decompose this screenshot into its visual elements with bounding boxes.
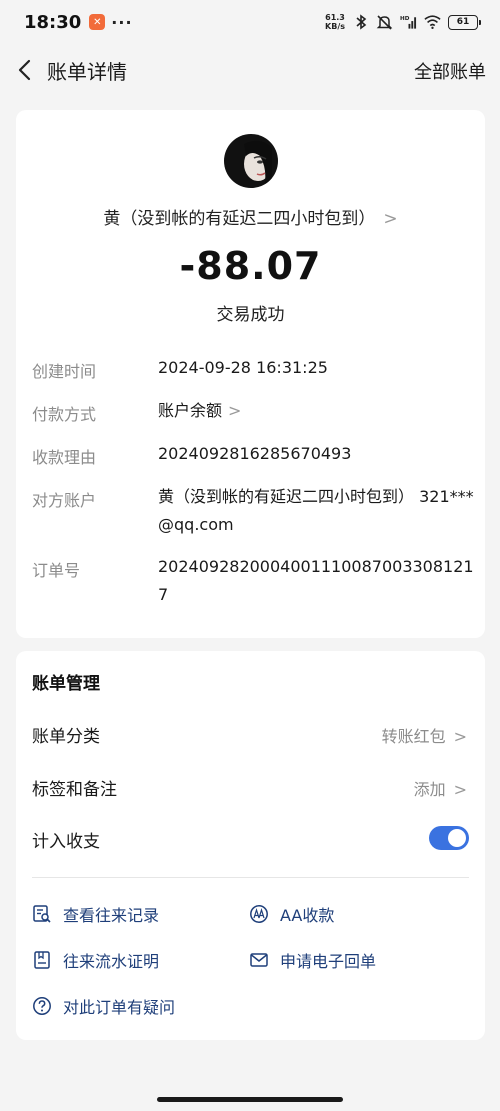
chevron-right-icon: > (383, 209, 398, 229)
nav-bar: 账单详情 全部账单 (0, 48, 500, 92)
aa-icon (249, 904, 269, 924)
created-time-label: 创建时间 (32, 362, 97, 381)
counterparty-value: 黄（没到帐的有延迟二四小时包到） 321***@qq.com (158, 487, 474, 534)
view-history-label: 查看往来记录 (63, 906, 160, 925)
bill-category-label: 账单分类 (32, 727, 100, 747)
transaction-detail-card: 黄（没到帐的有延迟二四小时包到） > -88.07 交易成功 创建时间 2024-… (16, 110, 485, 638)
bill-management-card: 账单管理 账单分类 转账红包 > 标签和备注 添加 > 计入收支 查看往来记录 AA… (16, 651, 485, 1040)
payment-method-label: 付款方式 (32, 405, 97, 424)
order-number-label: 订单号 (32, 561, 81, 580)
aa-collection-button[interactable]: AA收款 (249, 902, 334, 926)
reason-value: 2024092816285670493 (158, 444, 352, 463)
include-in-budget-label: 计入收支 (32, 832, 100, 852)
tags-notes-add[interactable]: 添加 > (414, 776, 467, 800)
payee-avatar (224, 134, 278, 188)
e-receipt-label: 申请电子回单 (280, 952, 377, 971)
payment-method-value[interactable]: 账户余额 > (158, 397, 474, 425)
page-title: 账单详情 (47, 60, 127, 84)
chevron-right-icon: > (228, 401, 242, 420)
status-icons: 61.3 KB/s HD 61 (325, 13, 481, 31)
status-time: 18:30 (24, 11, 82, 33)
order-number-value: 20240928200040011100870033081217 (158, 557, 474, 604)
counterparty-label: 对方账户 (32, 491, 97, 510)
divider (32, 877, 469, 878)
view-history-button[interactable]: 查看往来记录 (32, 902, 159, 926)
network-speed: 61.3 KB/s (325, 13, 345, 31)
app-notification-icon: ✕ (89, 14, 106, 30)
payee-name-row[interactable]: 黄（没到帐的有延迟二四小时包到） > (16, 204, 485, 229)
network-speed-unit: KB/s (325, 22, 345, 31)
status-bar: 18:30 ✕ ··· 61.3 KB/s HD 61 (0, 0, 500, 44)
transaction-proof-button[interactable]: 往来流水证明 (32, 948, 159, 972)
all-bills-link[interactable]: 全部账单 (414, 58, 486, 84)
tags-notes-label: 标签和备注 (32, 780, 117, 800)
reason-label: 收款理由 (32, 448, 97, 467)
payment-method-text: 账户余额 (158, 401, 223, 420)
back-arrow-icon[interactable] (10, 56, 38, 84)
home-indicator[interactable] (157, 1097, 343, 1102)
chevron-right-icon: > (453, 780, 467, 799)
transaction-amount: -88.07 (179, 244, 322, 288)
battery-icon: 61 (448, 14, 481, 30)
network-speed-value: 61.3 (325, 13, 345, 22)
document-proof-icon (32, 950, 52, 970)
transaction-proof-label: 往来流水证明 (63, 952, 160, 971)
bill-category-selector[interactable]: 转账红包 > (382, 723, 467, 747)
created-time-value: 2024-09-28 16:31:25 (158, 358, 328, 377)
hd-signal-icon: HD (400, 14, 417, 31)
bluetooth-icon (352, 14, 369, 31)
tags-notes-value: 添加 (413, 780, 446, 799)
question-circle-icon (32, 996, 52, 1016)
wifi-icon (424, 14, 441, 31)
mail-icon (249, 950, 269, 970)
transaction-status: 交易成功 (216, 305, 285, 325)
toggle-knob (448, 829, 466, 847)
record-search-icon (32, 904, 52, 924)
order-question-button[interactable]: 对此订单有疑问 (32, 994, 175, 1018)
e-receipt-button[interactable]: 申请电子回单 (249, 948, 376, 972)
mute-icon (376, 14, 393, 31)
chevron-right-icon: > (453, 727, 467, 746)
order-question-label: 对此订单有疑问 (63, 998, 176, 1017)
more-notifications-icon: ··· (111, 12, 133, 32)
aa-collection-label: AA收款 (280, 906, 335, 925)
bill-management-title: 账单管理 (32, 674, 100, 694)
bill-category-value: 转账红包 (381, 727, 446, 746)
svg-text:HD: HD (400, 16, 410, 22)
payee-name: 黄（没到帐的有延迟二四小时包到） (103, 209, 376, 229)
include-in-budget-toggle[interactable] (429, 826, 469, 850)
